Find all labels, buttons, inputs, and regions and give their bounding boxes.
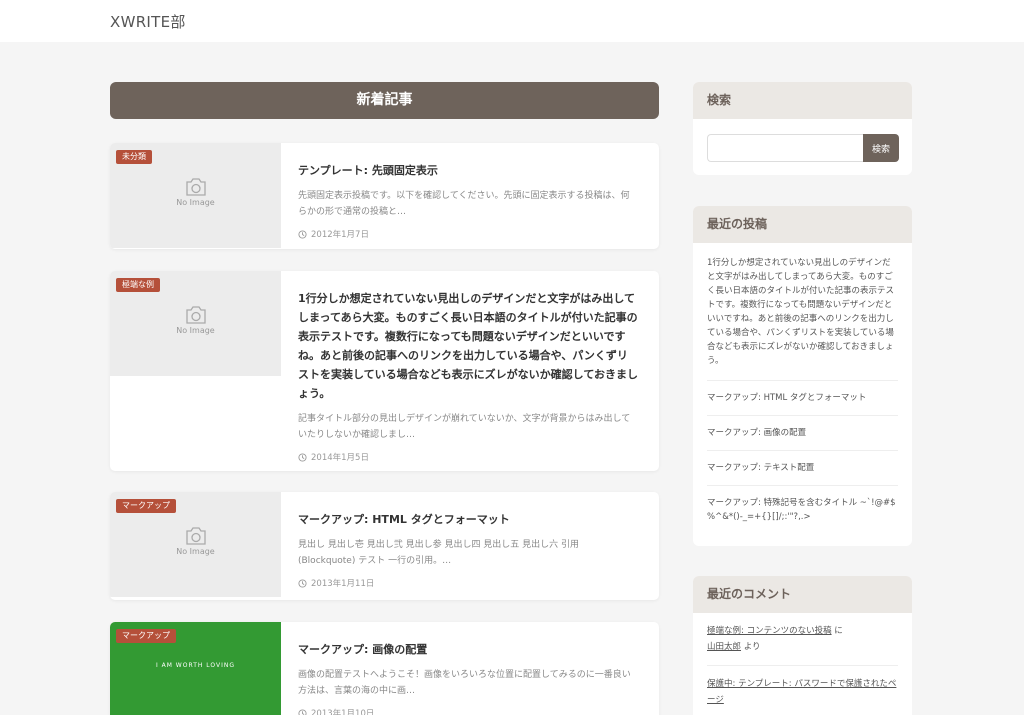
- recent-comments-list: 極端な例: コンテンツのない投稿 に 山田太郎 より 保護中: テンプレート: …: [693, 613, 912, 715]
- recent-comment-item: 保護中: テンプレート: パスワードで保護されたページ: [707, 666, 898, 715]
- recent-posts-list: 1行分しか想定されていない見出しのデザインだと文字がはみ出してしまってあら大変。…: [693, 243, 912, 534]
- post-excerpt: 記事タイトル部分の見出しデザインが崩れていないか、文字が背景からはみ出していたり…: [298, 414, 631, 440]
- post-thumbnail[interactable]: 極端な例 No Image: [110, 271, 281, 376]
- post-body: テンプレート: 先頭固定表示 先頭固定表示投稿です。以下を確認してください。先頭…: [298, 161, 638, 240]
- post-thumbnail[interactable]: マークアップ No Image: [110, 492, 281, 597]
- post-date: 2014年1月5日: [298, 451, 638, 463]
- thumbnail-caption: I AM WORTH LOVING: [155, 662, 236, 669]
- comment-post-link[interactable]: 極端な例: コンテンツのない投稿: [707, 626, 832, 636]
- post-card[interactable]: マークアップ No Image マークアップ: HTML タグとフォーマット 見…: [110, 492, 659, 600]
- category-badge[interactable]: マークアップ: [116, 499, 176, 513]
- post-excerpt: 先頭固定表示投稿です。以下を確認してください。先頭に固定表示する投稿は、何らかの…: [298, 191, 630, 217]
- post-date-text: 2013年1月10日: [311, 709, 375, 715]
- search-widget: 検索 検索: [693, 82, 912, 175]
- post-body: 1行分しか想定されていない見出しのデザインだと文字がはみ出してしまってあら大変。…: [298, 289, 638, 463]
- camera-icon: [185, 178, 206, 196]
- post-title[interactable]: マークアップ: HTML タグとフォーマット: [298, 510, 638, 529]
- no-image-label: No Image: [176, 326, 215, 335]
- post-title[interactable]: テンプレート: 先頭固定表示: [298, 161, 638, 180]
- comment-by-text: より: [743, 642, 761, 652]
- post-card[interactable]: 未分類 No Image テンプレート: 先頭固定表示 先頭固定表示投稿です。以…: [110, 143, 659, 249]
- main-content: 新着記事 未分類 No Image テンプレート: 先頭固定表示 先頭固定表示投…: [110, 82, 659, 715]
- post-card[interactable]: 極端な例 No Image 1行分しか想定されていない見出しのデザインだと文字が…: [110, 271, 659, 471]
- recent-post-link[interactable]: マークアップ: HTML タグとフォーマット: [707, 381, 898, 416]
- clock-icon: [298, 229, 307, 239]
- site-title[interactable]: XWRITE部: [110, 11, 186, 32]
- no-image-label: No Image: [176, 547, 215, 556]
- no-image-placeholder: No Image: [110, 306, 281, 335]
- category-badge[interactable]: 未分類: [116, 150, 152, 164]
- post-date: 2012年1月7日: [298, 228, 638, 240]
- post-body: マークアップ: HTML タグとフォーマット 見出し 見出し壱 見出し弐 見出し…: [298, 510, 638, 589]
- clock-icon: [298, 578, 307, 588]
- comment-author-link[interactable]: 山田太郎: [707, 642, 741, 652]
- no-image-label: No Image: [176, 198, 215, 207]
- search-form: 検索: [707, 134, 899, 162]
- post-date-text: 2013年1月11日: [311, 579, 375, 589]
- clock-icon: [298, 452, 307, 462]
- comment-on-text: に: [834, 626, 843, 636]
- search-input[interactable]: [707, 134, 863, 162]
- recent-posts-widget: 最近の投稿 1行分しか想定されていない見出しのデザインだと文字がはみ出してしまっ…: [693, 206, 912, 546]
- post-date-text: 2012年1月7日: [311, 230, 369, 240]
- site-header: XWRITE部: [0, 0, 1024, 42]
- search-widget-title: 検索: [693, 82, 912, 119]
- post-date: 2013年1月11日: [298, 577, 638, 589]
- post-body: マークアップ: 画像の配置 画像の配置テストへようこそ！画像をいろいろな位置に配…: [298, 640, 638, 715]
- recent-post-link[interactable]: マークアップ: 特殊記号を含むタイトル ~`!@#$%^&*()-_=+{}[]…: [707, 486, 898, 534]
- recent-comments-title: 最近のコメント: [693, 576, 912, 613]
- recent-comments-widget: 最近のコメント 極端な例: コンテンツのない投稿 に 山田太郎 より 保護中: …: [693, 576, 912, 715]
- search-button[interactable]: 検索: [863, 134, 899, 162]
- category-badge[interactable]: 極端な例: [116, 278, 160, 292]
- post-card[interactable]: マークアップ I AM WORTH LOVING マークアップ: 画像の配置 画…: [110, 622, 659, 715]
- post-date-text: 2014年1月5日: [311, 453, 369, 463]
- post-thumbnail[interactable]: 未分類 No Image: [110, 143, 281, 248]
- comment-post-link[interactable]: 保護中: テンプレート: パスワードで保護されたページ: [707, 679, 896, 705]
- no-image-placeholder: No Image: [110, 178, 281, 207]
- camera-icon: [185, 527, 206, 545]
- no-image-placeholder: No Image: [110, 527, 281, 556]
- post-excerpt: 画像の配置テストへようこそ！画像をいろいろな位置に配置してみるのに一番良い方法は…: [298, 670, 631, 696]
- post-title[interactable]: マークアップ: 画像の配置: [298, 640, 638, 659]
- recent-posts-title: 最近の投稿: [693, 206, 912, 243]
- recent-post-link[interactable]: マークアップ: 画像の配置: [707, 416, 898, 451]
- post-excerpt: 見出し 見出し壱 見出し弐 見出し参 見出し四 見出し五 見出し六 引用 (Bl…: [298, 540, 580, 566]
- post-title[interactable]: 1行分しか想定されていない見出しのデザインだと文字がはみ出してしまってあら大変。…: [298, 289, 638, 403]
- post-date: 2013年1月10日: [298, 707, 638, 715]
- recent-post-link[interactable]: 1行分しか想定されていない見出しのデザインだと文字がはみ出してしまってあら大変。…: [707, 243, 898, 381]
- clock-icon: [298, 708, 307, 715]
- recent-comment-item: 極端な例: コンテンツのない投稿 に 山田太郎 より: [707, 613, 898, 666]
- post-thumbnail[interactable]: マークアップ I AM WORTH LOVING: [110, 622, 281, 715]
- recent-post-link[interactable]: マークアップ: テキスト配置: [707, 451, 898, 486]
- camera-icon: [185, 306, 206, 324]
- category-badge[interactable]: マークアップ: [116, 629, 176, 643]
- section-title: 新着記事: [110, 82, 659, 119]
